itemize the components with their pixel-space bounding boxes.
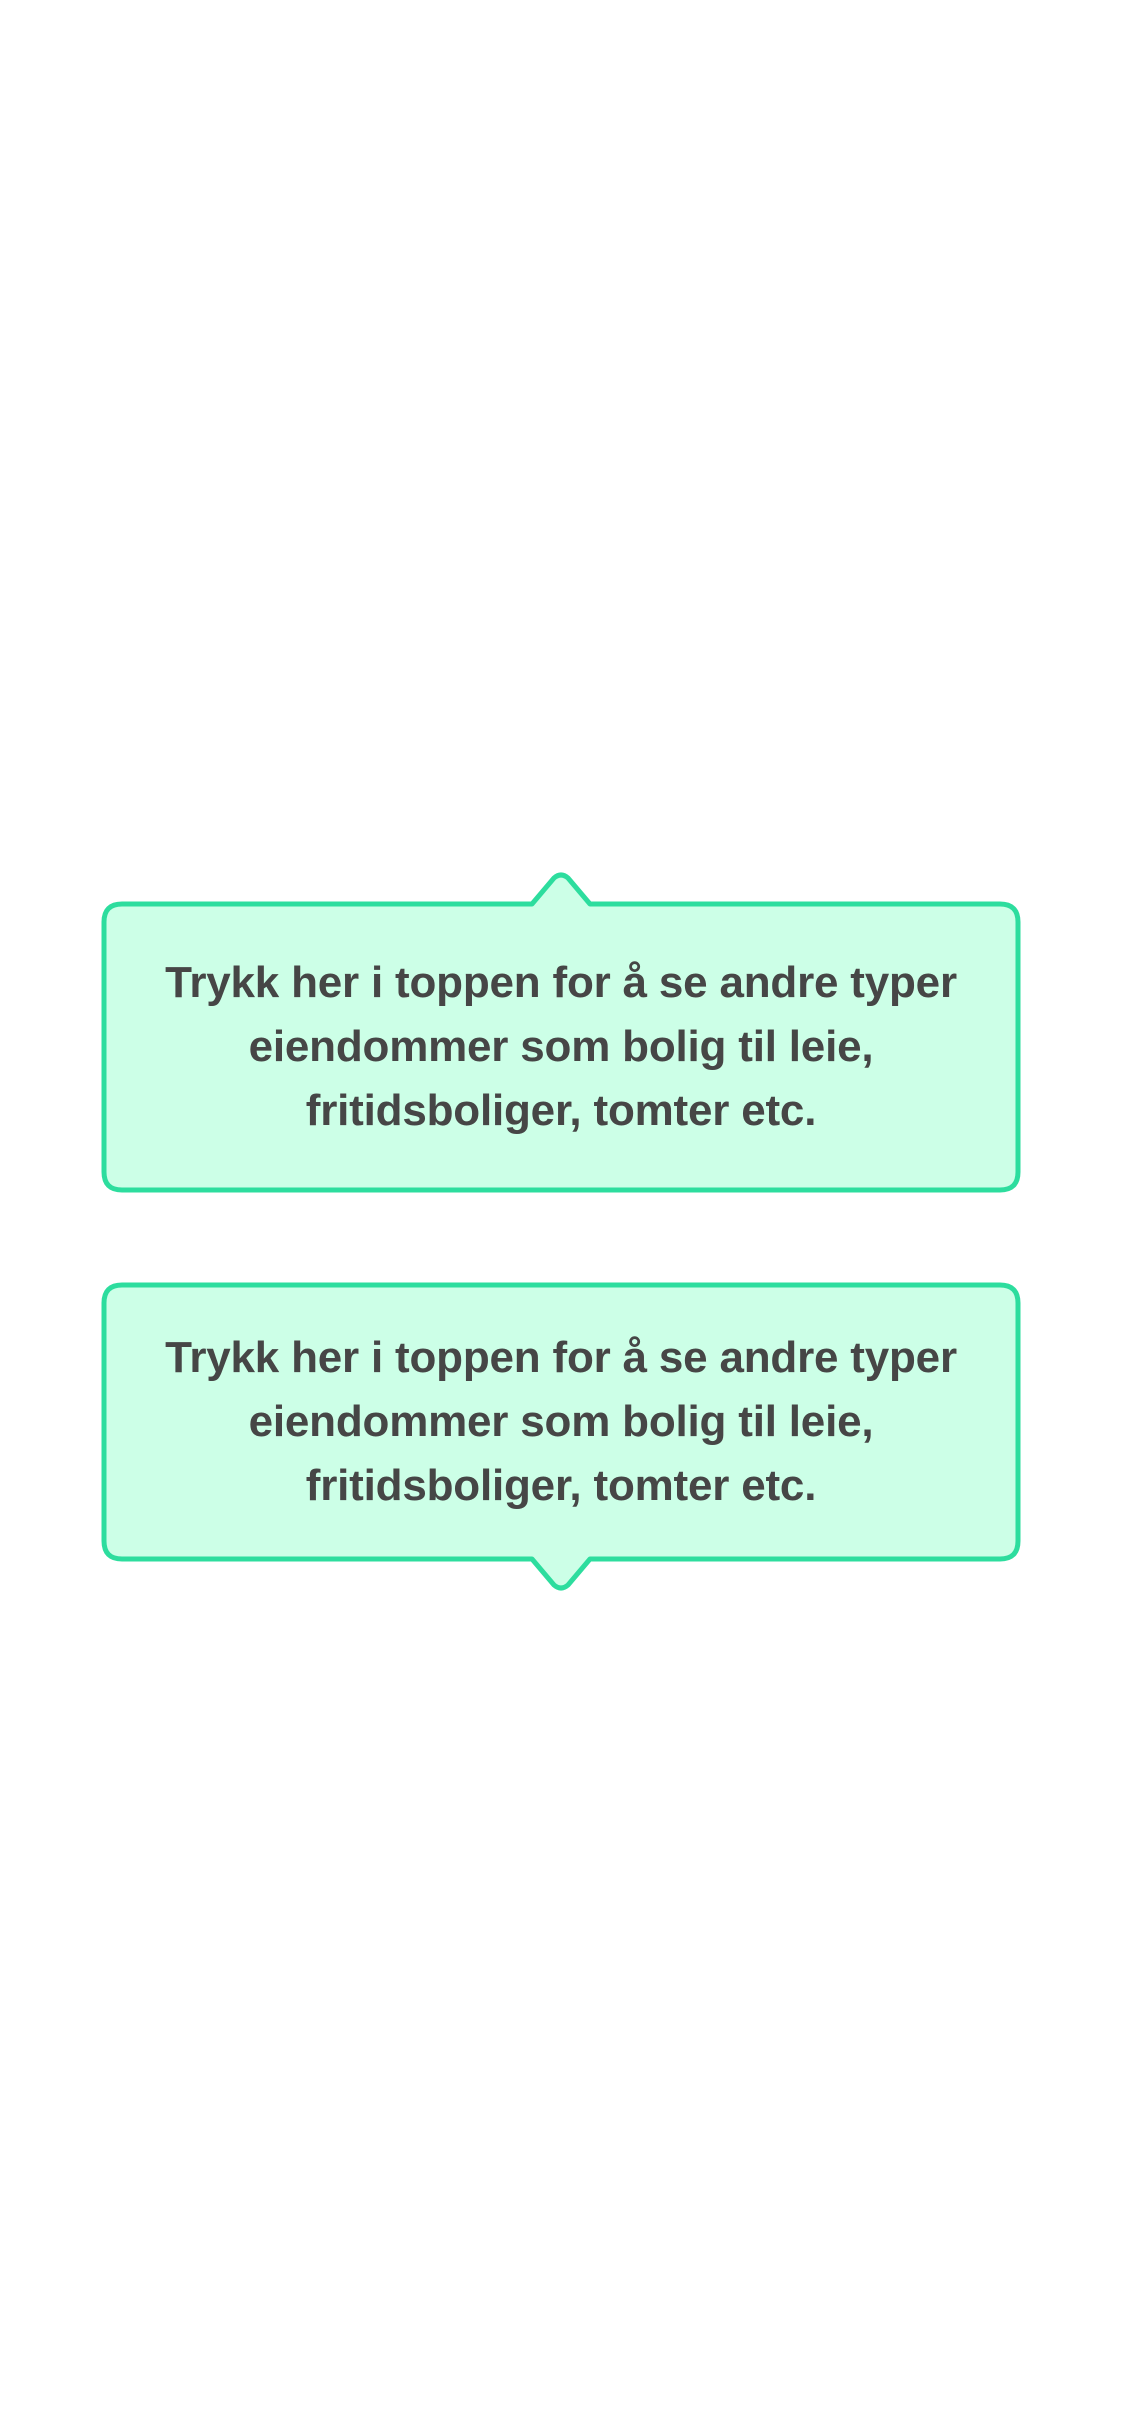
tooltip-message: Trykk her i toppen for å se andre typer … bbox=[165, 1333, 957, 1510]
tooltip-arrow-up[interactable]: Trykk her i toppen for å se andre typer … bbox=[101, 872, 1021, 1193]
tooltip-message: Trykk her i toppen for å se andre typer … bbox=[165, 958, 957, 1135]
tooltip-arrow-down[interactable]: Trykk her i toppen for å se andre typer … bbox=[101, 1282, 1021, 1591]
